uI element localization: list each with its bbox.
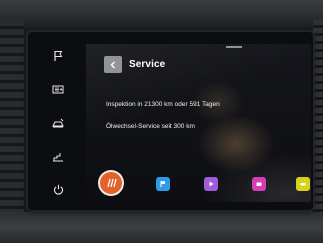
flag-button[interactable] [50, 49, 66, 63]
right-air-vent [313, 20, 323, 220]
navigation-app-icon[interactable] [156, 177, 170, 191]
home-stripes-icon [107, 178, 117, 188]
touch-screen: Service Inspektion in 21300 km oder 591 … [86, 44, 311, 202]
power-icon [53, 184, 63, 195]
inspection-info: Inspektion in 21300 km oder 591 Tagen [106, 101, 220, 108]
back-button[interactable] [104, 56, 122, 73]
play-icon [209, 181, 214, 187]
settings-app-icon[interactable] [296, 177, 310, 191]
left-air-vent [0, 20, 24, 220]
radio-icon [52, 85, 64, 94]
status-indicator [226, 46, 242, 48]
dashboard-top-trim [0, 0, 323, 28]
vehicle-settings-icon [52, 118, 64, 128]
chevron-left-icon [110, 61, 115, 68]
side-button-strip [40, 40, 80, 205]
dashboard-bottom-trim [0, 212, 323, 243]
radio-button[interactable] [50, 82, 66, 96]
home-button[interactable] [100, 172, 122, 194]
flag-glyph-icon [160, 181, 165, 187]
media-app-icon[interactable] [204, 177, 218, 191]
page-title: Service [129, 59, 166, 70]
power-button[interactable] [50, 182, 66, 196]
phone-button[interactable] [50, 150, 66, 164]
phone-app-icon[interactable] [252, 177, 266, 191]
app-dock [86, 168, 311, 202]
phone-icon [53, 153, 63, 162]
car-glyph-icon [300, 183, 306, 186]
oil-service-info: Ölwechsel-Service seit 300 km [106, 123, 195, 130]
car-dashboard-photo: Service Inspektion in 21300 km oder 591 … [0, 0, 323, 243]
handset-icon [256, 182, 262, 186]
vehicle-settings-button[interactable] [50, 116, 66, 130]
flag-icon [54, 51, 63, 61]
